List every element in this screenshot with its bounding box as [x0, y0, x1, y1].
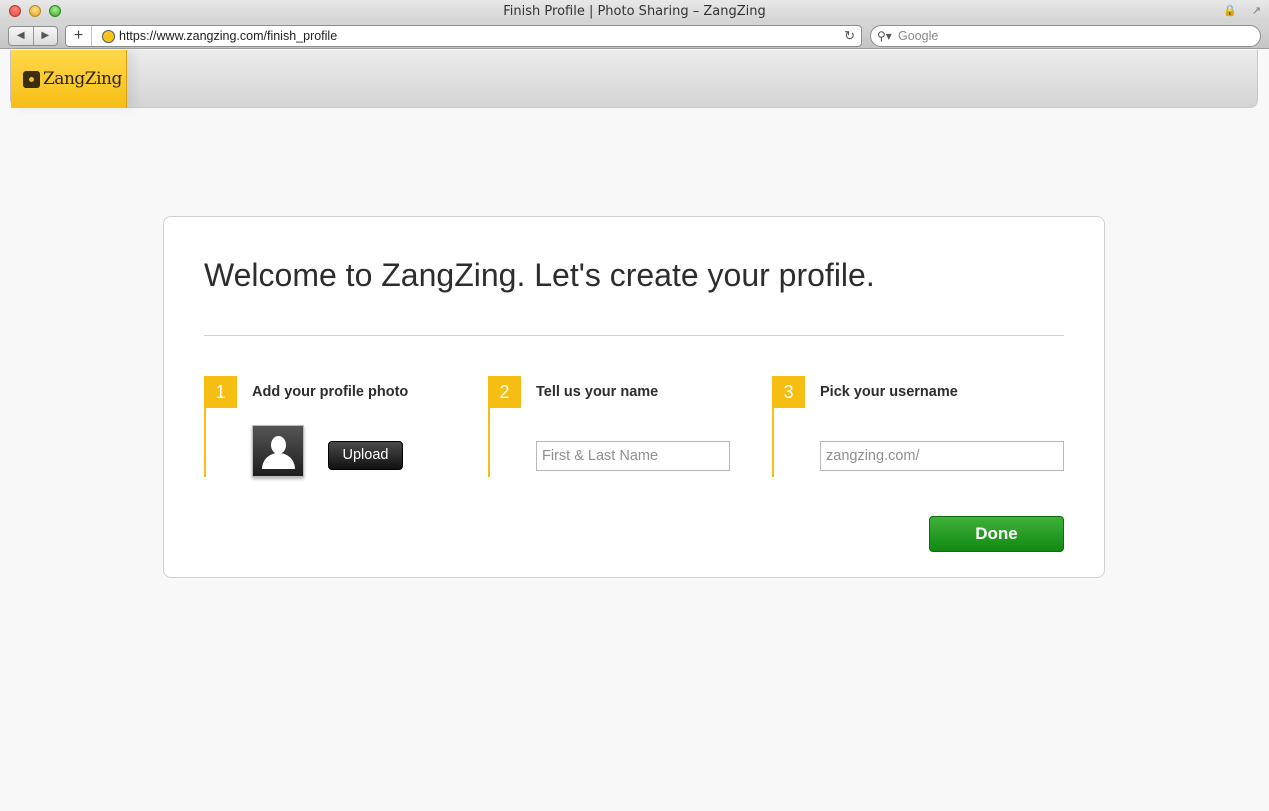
step-label: Tell us your name — [536, 384, 659, 400]
window-titlebar: Finish Profile | Photo Sharing – ZangZin… — [0, 0, 1269, 23]
step-username: 3 Pick your username — [772, 376, 1064, 477]
window-title: Finish Profile | Photo Sharing – ZangZin… — [503, 4, 766, 19]
search-field[interactable]: ⚲▾ Google — [870, 25, 1261, 47]
nav-buttons: ◀ ▶ — [8, 26, 58, 46]
logo-text: ZangZing — [43, 69, 122, 89]
magnifier-icon[interactable]: ⚲▾ — [877, 26, 892, 46]
zoom-window-button[interactable] — [49, 5, 61, 17]
page-title: Welcome to ZangZing. Let's create your p… — [204, 257, 875, 293]
step-name: 2 Tell us your name — [488, 376, 730, 477]
step-profile-photo: 1 Add your profile photo Upload — [204, 376, 408, 477]
zangzing-logo-icon — [23, 70, 40, 88]
app-header: ZangZing — [10, 50, 1258, 108]
minimize-window-button[interactable] — [29, 5, 41, 17]
step-label: Pick your username — [820, 384, 958, 400]
step-number: 3 — [772, 376, 805, 408]
zangzing-logo[interactable]: ZangZing — [11, 50, 127, 108]
default-avatar-icon — [252, 425, 304, 477]
forward-arrow-icon[interactable]: ▶ — [34, 27, 58, 45]
upload-button[interactable]: Upload — [328, 441, 403, 470]
close-window-button[interactable] — [9, 5, 21, 17]
done-button[interactable]: Done — [929, 516, 1064, 552]
url-text[interactable]: https://www.zangzing.com/finish_profile — [119, 26, 337, 46]
reload-icon[interactable]: ↻ — [844, 26, 855, 46]
plus-icon[interactable]: + — [66, 26, 92, 46]
browser-toolbar: ◀ ▶ + https://www.zangzing.com/finish_pr… — [0, 23, 1269, 49]
finish-profile-card: Welcome to ZangZing. Let's create your p… — [163, 216, 1105, 578]
fullscreen-icon[interactable]: ↗ — [1252, 4, 1261, 18]
lock-icon: 🔒 — [1223, 4, 1237, 17]
step-number: 2 — [488, 376, 521, 408]
site-favicon — [102, 30, 115, 43]
step-number: 1 — [204, 376, 237, 408]
name-input[interactable] — [536, 441, 730, 471]
address-bar[interactable]: + https://www.zangzing.com/finish_profil… — [65, 25, 862, 47]
username-input[interactable] — [820, 441, 1064, 471]
step-label: Add your profile photo — [252, 384, 409, 400]
divider — [204, 335, 1064, 336]
back-arrow-icon[interactable]: ◀ — [9, 27, 34, 45]
search-placeholder: Google — [898, 29, 939, 43]
